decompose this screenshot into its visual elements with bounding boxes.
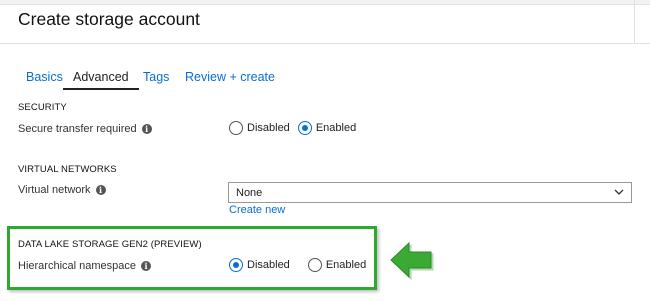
- create-new-link[interactable]: Create new: [229, 204, 285, 216]
- hierarchical-namespace-label: Hierarchical namespace i: [18, 260, 151, 272]
- info-icon[interactable]: i: [141, 124, 152, 134]
- info-icon[interactable]: i: [141, 261, 151, 271]
- radio-circle[interactable]: [229, 121, 243, 135]
- virtual-network-label: Virtual network i: [18, 184, 106, 196]
- arrow-left-icon: [390, 241, 434, 280]
- hierarchical-namespace-enabled-radio[interactable]: Enabled: [307, 258, 367, 272]
- hierarchical-namespace-label-text: Hierarchical namespace: [18, 260, 136, 272]
- chevron-down-icon: [614, 189, 624, 195]
- header-divider-vertical: [634, 0, 635, 44]
- virtual-network-select[interactable]: None: [228, 182, 632, 203]
- secure-transfer-enabled-radio[interactable]: Enabled: [297, 121, 357, 135]
- tab-review-create[interactable]: Review + create: [175, 68, 285, 88]
- secure-transfer-label-text: Secure transfer required: [18, 123, 137, 135]
- secure-transfer-radio-group: Disabled Enabled: [229, 121, 356, 135]
- data-lake-heading: DATA LAKE STORAGE GEN2 (PREVIEW): [18, 239, 202, 250]
- tab-tags[interactable]: Tags: [133, 68, 179, 88]
- radio-circle[interactable]: [307, 258, 322, 272]
- page-title: Create storage account: [18, 9, 200, 29]
- info-icon[interactable]: i: [95, 185, 106, 195]
- radio-label: Enabled: [325, 259, 367, 271]
- radio-label: Disabled: [247, 259, 290, 271]
- security-heading: SECURITY: [18, 102, 67, 113]
- radio-label: Enabled: [315, 122, 357, 134]
- tab-advanced[interactable]: Advanced: [63, 68, 139, 90]
- title-divider: [0, 43, 650, 44]
- radio-label: Disabled: [247, 122, 290, 134]
- secure-transfer-disabled-radio[interactable]: Disabled: [229, 121, 290, 135]
- radio-circle[interactable]: [297, 121, 312, 135]
- virtual-networks-heading: VIRTUAL NETWORKS: [18, 164, 117, 175]
- hierarchical-namespace-disabled-radio[interactable]: Disabled: [229, 258, 290, 272]
- hierarchical-namespace-radio-group: Disabled Enabled: [229, 258, 366, 272]
- top-border: [0, 0, 650, 5]
- virtual-network-selected-value: None: [236, 186, 263, 199]
- secure-transfer-label: Secure transfer required i: [18, 123, 152, 135]
- radio-circle[interactable]: [229, 258, 243, 272]
- virtual-network-label-text: Virtual network: [18, 184, 91, 196]
